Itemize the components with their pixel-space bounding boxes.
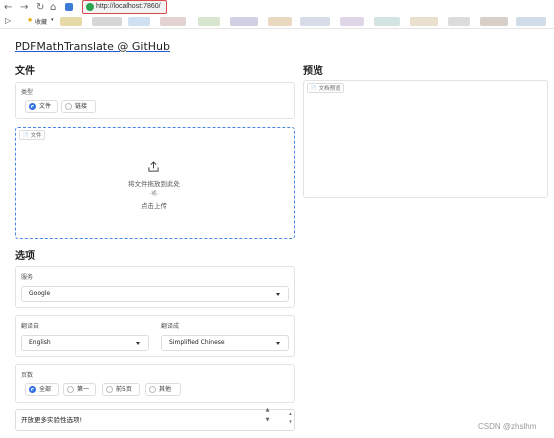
scroll-down-icon[interactable]: ▼ [264, 417, 271, 424]
drop-text: 将文件拖放到此处 [128, 180, 180, 188]
watermark: CSDN @zhslhm [478, 422, 537, 431]
bookmark-item[interactable] [60, 17, 82, 26]
pages-radio-first5[interactable]: 前5页 [102, 383, 140, 396]
type-radio-link[interactable]: 链接 [61, 100, 96, 113]
translate-to-label: 翻译成 [161, 323, 180, 330]
bookmark-item[interactable] [340, 17, 364, 26]
translate-to-select[interactable]: Simplified Chinese [161, 335, 289, 351]
bookmark-item[interactable] [410, 17, 438, 26]
bookmark-item[interactable] [300, 17, 330, 26]
chevron-down-icon: ▾ [51, 17, 54, 23]
service-select[interactable]: Google [21, 286, 289, 302]
translate-from-select[interactable]: English [21, 335, 149, 351]
radio-icon [65, 103, 72, 110]
home-icon[interactable]: ⌂ [50, 2, 56, 13]
caret-down-icon [136, 342, 140, 345]
bookmarks-folder[interactable]: 收藏 [35, 17, 47, 26]
pages-panel: 页数 全部 第一 前5页 其他 [15, 364, 295, 403]
bookmark-item[interactable] [516, 17, 546, 26]
bookmark-item[interactable] [198, 17, 220, 26]
bookmark-item[interactable] [374, 17, 400, 26]
bookmarks-bar: ▷ ★ 收藏 ▾ [0, 15, 554, 28]
radio-icon [149, 386, 156, 393]
pages-radio-other[interactable]: 其他 [145, 383, 181, 396]
file-heading: 文件 [15, 66, 35, 77]
spinner-down-icon[interactable]: ▾ [287, 419, 294, 426]
or-text: -或- [149, 191, 159, 197]
bookmark-item[interactable] [480, 17, 508, 26]
pages-label: 页数 [21, 372, 34, 379]
address-bar[interactable]: http://localhost:7860/ [82, 0, 167, 14]
star-icon: ★ [27, 16, 34, 24]
pages-radio-first[interactable]: 第一 [63, 383, 96, 396]
bookmark-item[interactable] [128, 17, 150, 26]
sidebar-toggle-icon[interactable]: ▷ [5, 16, 11, 25]
bookmark-item[interactable] [268, 17, 292, 26]
forward-icon[interactable]: → [20, 2, 28, 13]
options-heading: 选项 [15, 251, 35, 262]
type-radio-file[interactable]: 文件 [25, 100, 58, 113]
click-upload-text[interactable]: 点击上传 [94, 200, 214, 210]
spinner-up-icon[interactable]: ▴ [287, 411, 294, 418]
type-panel: 类型 文件 链接 [15, 82, 295, 119]
service-label: 服务 [21, 274, 34, 281]
extension-icon[interactable] [65, 3, 73, 11]
dropzone-tag: 📄 文件 [19, 130, 45, 140]
bookmark-item[interactable] [448, 17, 470, 26]
preview-heading: 预览 [303, 66, 323, 77]
browser-chrome: ← → ↻ ⌂ http://localhost:7860/ ▷ ★ 收藏 ▾ [0, 0, 554, 29]
upload-icon [148, 161, 159, 172]
language-panel: 翻译自 English 翻译成 Simplified Chinese [15, 315, 295, 357]
url-text: http://localhost:7860/ [96, 3, 161, 10]
type-label: 类型 [21, 89, 34, 96]
experimental-options-toggle[interactable]: 开放更多实验性选项! [15, 409, 295, 431]
bookmark-item[interactable] [160, 17, 186, 26]
preview-tag: 📄 文档预览 [307, 83, 344, 93]
document-preview-panel: 📄 文档预览 [303, 80, 548, 198]
radio-selected-icon [29, 103, 36, 110]
caret-down-icon [276, 293, 280, 296]
bookmark-item[interactable] [230, 17, 258, 26]
pages-radio-all[interactable]: 全部 [25, 383, 59, 396]
radio-selected-icon [29, 386, 36, 393]
bookmark-item[interactable] [92, 17, 122, 26]
back-icon[interactable]: ← [4, 2, 12, 13]
radio-icon [67, 386, 74, 393]
translate-from-label: 翻译自 [21, 323, 40, 330]
radio-icon [106, 386, 113, 393]
secure-icon [86, 3, 94, 11]
scroll-up-icon[interactable]: ▲ [264, 407, 271, 414]
service-panel: 服务 Google [15, 266, 295, 308]
reload-icon[interactable]: ↻ [36, 2, 44, 13]
github-title-link[interactable]: PDFMathTranslate @ GitHub [15, 40, 170, 53]
caret-down-icon [276, 342, 280, 345]
